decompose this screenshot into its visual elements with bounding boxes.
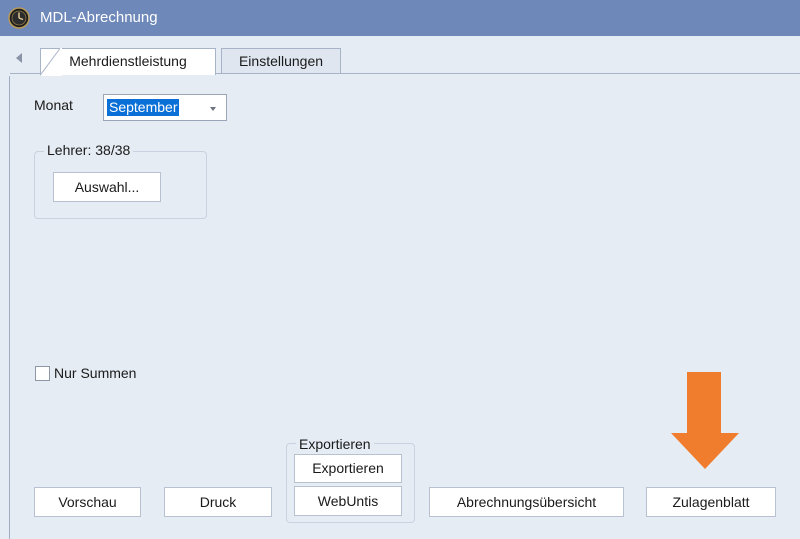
allowance-sheet-button[interactable]: Zulagenblatt: [646, 487, 776, 517]
month-label: Monat: [34, 97, 73, 113]
export-button[interactable]: Exportieren: [294, 454, 402, 483]
teacher-count-legend: Lehrer: 38/38: [44, 142, 134, 158]
chevron-down-icon[interactable]: [210, 107, 216, 111]
preview-button[interactable]: Vorschau: [34, 487, 141, 517]
sums-only-label[interactable]: Nur Summen: [54, 365, 136, 381]
clock-icon[interactable]: [8, 7, 30, 29]
webuntis-button[interactable]: WebUntis: [294, 486, 402, 516]
export-legend: Exportieren: [296, 436, 374, 452]
title-bar: MDL-Abrechnung: [0, 0, 800, 36]
tab-scroll-left-icon[interactable]: [16, 53, 22, 63]
tab-corner-shape: [40, 48, 62, 76]
tab-mehrdienstleistung[interactable]: Mehrdienstleistung: [40, 48, 216, 76]
window-title: MDL-Abrechnung: [40, 9, 158, 26]
main-panel: Mehrdienstleistung Einstellungen Monat S…: [0, 36, 800, 539]
month-select[interactable]: September: [103, 94, 227, 121]
month-selected-value: September: [107, 99, 180, 116]
arrow-down-icon: [671, 372, 739, 469]
sums-only-checkbox[interactable]: [35, 366, 50, 381]
tab-einstellungen[interactable]: Einstellungen: [221, 48, 341, 74]
select-teachers-button[interactable]: Auswahl...: [53, 172, 161, 202]
divider: [9, 76, 10, 539]
billing-overview-button[interactable]: Abrechnungsübersicht: [429, 487, 624, 517]
tab-label: Einstellungen: [238, 53, 324, 69]
print-button[interactable]: Druck: [164, 487, 272, 517]
tab-label: Mehrdienstleistung: [69, 53, 187, 69]
